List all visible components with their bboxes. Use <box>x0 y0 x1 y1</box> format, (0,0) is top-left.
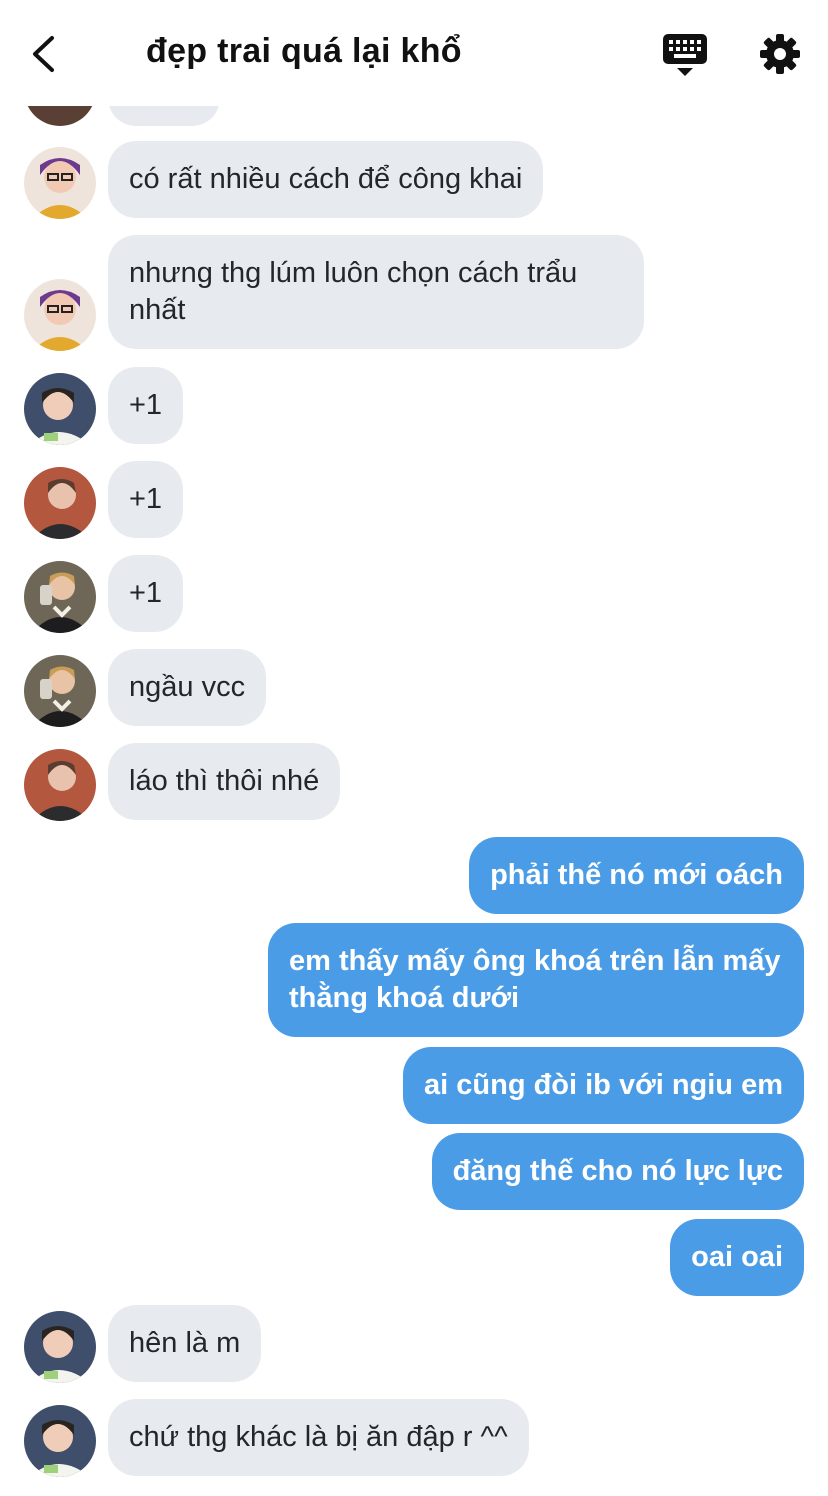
message-bubble: có rất nhiều cách để công khai <box>108 141 544 218</box>
avatar[interactable] <box>24 373 96 445</box>
avatar[interactable] <box>24 561 96 633</box>
message-bubble: +1 <box>108 367 184 444</box>
back-button[interactable] <box>22 30 70 78</box>
page-title: đẹp trai quá lại khổ <box>146 32 462 70</box>
settings-button[interactable] <box>756 30 804 78</box>
keyboard-icon <box>663 34 707 76</box>
message-bubble-outgoing: em thấy mấy ông khoá trên lẫn mấy thằng … <box>268 923 804 1037</box>
avatar[interactable] <box>24 467 96 539</box>
avatar[interactable] <box>24 655 96 727</box>
avatar[interactable] <box>24 1311 96 1383</box>
message-bubble: nhưng thg lúm luôn chọn cách trẩu nhất <box>108 235 644 349</box>
avatar[interactable] <box>24 279 96 351</box>
avatar[interactable] <box>24 1405 96 1477</box>
avatar[interactable] <box>24 147 96 219</box>
message-bubble: +1 <box>108 555 184 632</box>
avatar[interactable] <box>24 749 96 821</box>
message-bubble: hên là m <box>108 1305 262 1382</box>
message-bubble: chứ thg khác là bị ăn đập r ^^ <box>108 1399 529 1476</box>
message-bubble-outgoing: oai oai <box>670 1219 804 1296</box>
message-bubble: +1 <box>108 461 184 538</box>
message-bubble-outgoing: phải thế nó mới oách <box>469 837 804 914</box>
chevron-left-icon <box>33 36 54 72</box>
gear-icon <box>760 34 800 74</box>
chat-header: đẹp trai quá lại khổ <box>0 0 828 106</box>
message-bubble: ngầu vcc <box>108 649 267 726</box>
message-bubble: láo thì thôi nhé <box>108 743 341 820</box>
message-bubble-outgoing: đăng thế cho nó lực lực <box>431 1133 804 1210</box>
keyboard-button[interactable] <box>660 32 710 78</box>
message-bubble-outgoing: ai cũng đòi ib với ngiu em <box>403 1047 804 1124</box>
